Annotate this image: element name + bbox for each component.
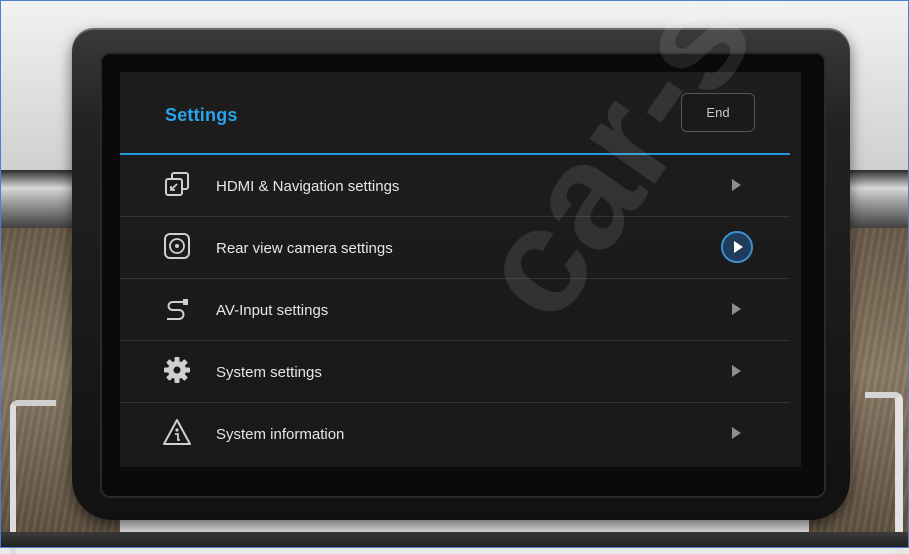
- chevron-right-icon: [732, 427, 741, 439]
- menu-item-rear-view-camera[interactable]: Rear view camera settings: [120, 217, 790, 279]
- settings-screen: Settings End HDMI & Navigation settings: [120, 72, 801, 467]
- screen-header: Settings End: [120, 72, 801, 153]
- camera-icon: [163, 232, 191, 260]
- menu-item-label: System settings: [216, 363, 322, 381]
- air-vent-right: [865, 392, 903, 554]
- info-icon: [163, 418, 191, 446]
- play-arrow-icon[interactable]: [721, 231, 753, 263]
- page-title: Settings: [165, 105, 238, 125]
- menu-item-label: HDMI & Navigation settings: [216, 177, 400, 195]
- menu-item-system-settings[interactable]: System settings: [120, 341, 790, 403]
- hdmi-icon: [163, 170, 191, 198]
- end-button[interactable]: End: [681, 93, 755, 132]
- menu-item-label: Rear view camera settings: [216, 239, 393, 257]
- chevron-right-icon: [732, 179, 741, 191]
- cable-icon: [163, 294, 191, 322]
- menu-item-av-input[interactable]: AV-Input settings: [120, 279, 790, 341]
- air-vent-left: [10, 400, 56, 554]
- chevron-right-icon: [732, 303, 741, 315]
- chevron-right-icon: [732, 365, 741, 377]
- gear-icon: [163, 356, 191, 384]
- menu-item-hdmi-navigation[interactable]: HDMI & Navigation settings: [120, 155, 790, 217]
- menu-item-label: AV-Input settings: [216, 301, 329, 319]
- menu-item-label: System information: [216, 425, 345, 443]
- settings-menu: HDMI & Navigation settings Rear view cam…: [120, 155, 790, 465]
- console-bottom: [0, 532, 909, 548]
- menu-item-system-information[interactable]: System information: [120, 403, 790, 465]
